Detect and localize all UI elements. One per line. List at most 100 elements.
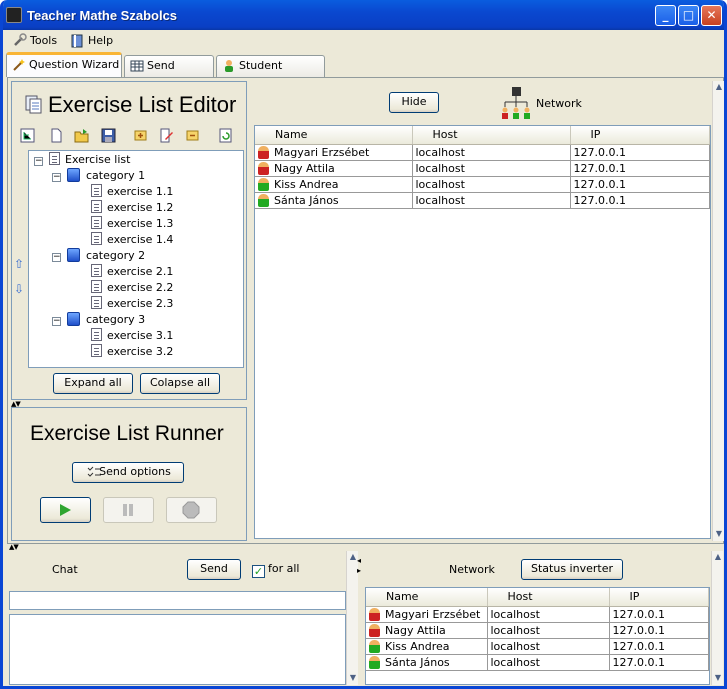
column-name[interactable]: Name [366,588,488,607]
collapse-toggle-icon[interactable]: − [34,157,43,166]
cell-host: localhost [487,654,610,671]
menu-tools[interactable]: Tools [10,33,57,50]
maximize-icon: □ [682,8,695,22]
network-table-top[interactable]: Name Host IP Magyari Erzsébet localhost … [254,125,711,539]
collapse-all-button[interactable]: Colapse all [140,373,220,394]
table-row[interactable]: Magyari Erzsébet localhost 127.0.0.1 [255,144,710,161]
send-button[interactable]: Send [187,559,241,580]
tree-root[interactable]: − Exercise list [34,152,130,168]
cell-ip: 127.0.0.1 [570,160,710,177]
save-icon[interactable] [101,128,116,143]
column-ip[interactable]: IP [609,588,709,607]
cell-ip: 127.0.0.1 [609,622,709,639]
move-down-icon[interactable]: ⇩ [14,282,24,296]
edit-item-icon[interactable] [159,128,174,143]
tab-student-preview[interactable]: Student Preview [216,55,325,92]
exercise-tree[interactable]: − Exercise list − category 1 exercise 1.1 … [28,150,244,368]
scroll-up-icon[interactable]: ▲ [713,552,723,562]
student-red-icon [258,161,269,175]
tree-category[interactable]: − category 3 [52,312,145,328]
maximize-button[interactable]: □ [678,5,699,26]
tree-exercise[interactable]: exercise 3.2 [91,344,173,360]
refresh-icon[interactable] [218,128,233,143]
minimize-icon: _ [662,8,669,22]
tab-send-results[interactable]: Send Results [124,55,214,92]
horizontal-splitter-arrows[interactable]: ▲▼ [9,543,19,551]
for-all-checkbox[interactable]: ✓ for all [252,562,299,578]
tree-exercise[interactable]: exercise 1.1 [91,184,173,200]
tab-question-wizard[interactable]: Question Wizard [6,52,122,77]
send-options-button[interactable]: Send options [72,462,184,483]
table-row[interactable]: Sánta János localhost 127.0.0.1 [255,192,710,209]
table-row[interactable]: Magyari Erzsébet localhost 127.0.0.1 [366,606,709,623]
question-wizard-panel: Exercise List Editor ⇧ ⇩ − Exercise list … [7,77,724,544]
cell-host: localhost [412,192,571,209]
exercise-icon [91,296,102,309]
table-row[interactable]: Kiss Andrea localhost 127.0.0.1 [255,176,710,193]
expand-all-button[interactable]: Expand all [53,373,133,394]
cell-ip: 127.0.0.1 [609,606,709,623]
table-row[interactable]: Nagy Attila localhost 127.0.0.1 [255,160,710,177]
move-up-icon[interactable]: ⇧ [14,257,24,271]
for-all-label: for all [268,562,300,575]
tree-exercise[interactable]: exercise 1.3 [91,216,173,232]
cell-ip: 127.0.0.1 [570,192,710,209]
network-panel-bottom: Network Status inverter Name Host IP Mag… [363,551,724,685]
scroll-up-icon[interactable]: ▲ [714,82,724,92]
table-row[interactable]: Sánta János localhost 127.0.0.1 [366,654,709,671]
tree-exercise[interactable]: exercise 2.2 [91,280,173,296]
tree-exercise-label: exercise 1.2 [107,201,174,214]
checkbox-check-icon[interactable]: ✓ [252,565,265,578]
student-green-icon [369,655,380,669]
tree-exercise[interactable]: exercise 1.2 [91,200,173,216]
collapse-toggle-icon[interactable]: − [52,173,61,182]
split-pane-arrows[interactable]: ◂ ▸ [357,556,361,576]
tree-collapse-icon[interactable] [20,128,35,143]
network-table-bottom[interactable]: Name Host IP Magyari Erzsébet localhost … [365,587,710,685]
column-ip[interactable]: IP [570,126,710,145]
cell-name: Magyari Erzsébet [274,145,370,159]
tree-category[interactable]: − category 1 [52,168,145,184]
scroll-down-icon[interactable]: ▼ [713,673,723,683]
chat-message-input[interactable] [9,591,346,610]
collapse-toggle-icon[interactable]: − [52,253,61,262]
close-button[interactable]: ✕ [701,5,722,26]
collapse-toggle-icon[interactable]: − [52,317,61,326]
scroll-down-icon[interactable]: ▼ [348,673,358,683]
tree-exercise[interactable]: exercise 2.3 [91,296,173,312]
menu-help[interactable]: Help [68,33,113,50]
cell-host: localhost [487,638,610,655]
stop-button[interactable] [166,497,217,523]
play-button[interactable] [40,497,91,523]
title-bar[interactable]: Teacher Mathe Szabolcs _ □ ✕ [3,0,724,30]
send-options-label: Send options [99,465,171,478]
table-row[interactable]: Nagy Attila localhost 127.0.0.1 [366,622,709,639]
tree-exercise[interactable]: exercise 2.1 [91,264,173,280]
minimize-button[interactable]: _ [655,5,676,26]
teacher-app-icon [6,7,22,23]
tree-exercise[interactable]: exercise 1.4 [91,232,173,248]
tree-category[interactable]: − category 2 [52,248,145,264]
new-file-icon[interactable] [49,128,64,143]
column-host[interactable]: Host [487,588,610,607]
chat-history[interactable] [9,614,346,685]
network-bottom-scrollbar[interactable]: ▲ ▼ [711,551,723,685]
table-header: Name Host IP [366,588,709,607]
vertical-scrollbar[interactable]: ▲ ▼ [712,81,724,541]
tree-exercise-label: exercise 1.4 [107,233,174,246]
column-name[interactable]: Name [255,126,413,145]
column-host[interactable]: Host [412,126,571,145]
network-bottom-label: Network [449,563,495,576]
open-folder-icon[interactable] [74,128,89,143]
tree-exercise[interactable]: exercise 3.1 [91,328,173,344]
student-red-icon [369,607,380,621]
scroll-down-icon[interactable]: ▼ [714,529,724,539]
add-item-icon[interactable] [133,128,148,143]
table-row[interactable]: Kiss Andrea localhost 127.0.0.1 [366,638,709,655]
remove-item-icon[interactable] [185,128,200,143]
tree-exercise-label: exercise 3.1 [107,329,174,342]
hide-button[interactable]: Hide [389,92,439,113]
status-inverter-button[interactable]: Status inverter [521,559,623,580]
pause-button[interactable] [103,497,154,523]
tree-category-label: category 3 [86,313,146,326]
